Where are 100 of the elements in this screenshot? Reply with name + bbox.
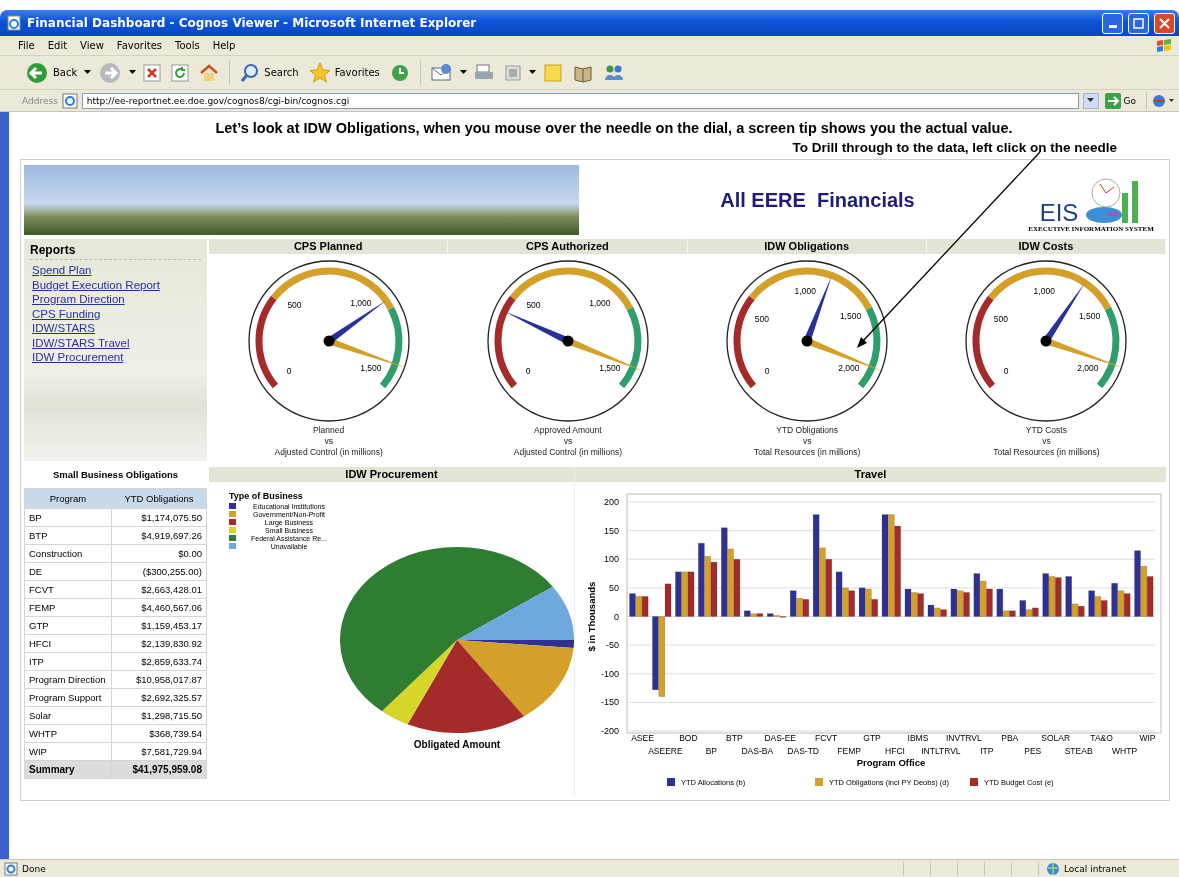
menu-item[interactable]: Edit xyxy=(47,40,75,51)
axis-tick-label: INVTRVL xyxy=(946,733,982,743)
table-cell: $0.00 xyxy=(111,544,207,563)
axis-tick-label: SOLAR xyxy=(1041,733,1071,743)
instruction-text: To Drill through to the data, left click on the needle xyxy=(791,140,1118,155)
axis-tick-label: BP xyxy=(705,746,717,756)
axis-tick-label: -50 xyxy=(606,640,619,651)
menu-item[interactable]: Help xyxy=(212,40,243,51)
maximize-button[interactable] xyxy=(1128,12,1149,34)
table-cell: GTP xyxy=(24,616,112,635)
axis-tick-label: -150 xyxy=(601,697,619,708)
caret-icon xyxy=(1087,98,1094,103)
report-link[interactable]: Budget Execution Report xyxy=(32,278,201,291)
gauge-title: CPS Planned xyxy=(209,239,449,254)
report-link[interactable]: IDW/STARS xyxy=(32,322,201,334)
legend-swatch xyxy=(815,778,823,786)
minimize-button[interactable] xyxy=(1102,12,1123,34)
needle-hub xyxy=(323,335,335,347)
legend-swatch xyxy=(970,778,978,786)
logo-text: EIS xyxy=(1039,201,1079,225)
report-link[interactable]: CPS Funding xyxy=(32,307,201,320)
axis-tick-label: FCVT xyxy=(815,733,838,743)
scale-label: 0 xyxy=(764,366,770,377)
close-icon xyxy=(1159,17,1170,29)
table-cell: BTP xyxy=(24,526,112,545)
table-cell: $7,581,729.94 xyxy=(111,742,207,761)
table-cell: Program Support xyxy=(24,688,112,707)
axis-tick-label: ASEERE xyxy=(648,746,683,756)
table-cell: $2,692,325.57 xyxy=(111,688,207,707)
close-button[interactable] xyxy=(1154,12,1175,34)
table-cell: $1,174,075.50 xyxy=(111,508,207,527)
axis-tick-label: ASEE xyxy=(631,733,654,743)
axis-tick-label: ITP xyxy=(980,746,994,756)
table-cell: DE xyxy=(24,562,112,581)
report-link[interactable]: IDW Procurement xyxy=(32,351,201,363)
search-button[interactable]: Search xyxy=(237,60,302,85)
needle-hub xyxy=(1040,335,1052,347)
menu-item[interactable]: View xyxy=(80,40,111,51)
gauge-caption: Planned xyxy=(313,425,345,436)
axis-tick-label: WIP xyxy=(1139,733,1156,743)
report-link[interactable]: IDW/STARS Travel xyxy=(32,336,201,349)
scale-label: 1,500 xyxy=(1079,311,1101,322)
scale-label: 2,000 xyxy=(1077,363,1099,374)
menu-item[interactable]: File xyxy=(18,40,42,51)
caret-icon[interactable] xyxy=(459,70,467,75)
table-cell: $1,298,715.50 xyxy=(111,706,207,725)
axis-title: $ in Thousands xyxy=(586,581,597,652)
axis-tick-label: 100 xyxy=(603,554,619,565)
pie-caption: Obligated Amount xyxy=(413,739,501,750)
section-heading: Reports xyxy=(30,243,201,260)
scale-label: 0 xyxy=(1004,366,1009,377)
table-cell: $4,919,697.26 xyxy=(111,526,207,545)
gauge-title: IDW Costs xyxy=(926,239,1166,254)
table-cell: BP xyxy=(24,508,112,527)
scale-label: 1,000 xyxy=(1034,286,1056,297)
legend-swatch xyxy=(667,778,675,786)
menu-item[interactable]: Tools xyxy=(175,40,207,51)
browser-page-icon xyxy=(6,15,22,31)
axis-tick-label: BTP xyxy=(726,733,743,743)
instruction-text: Let’s look at IDW Obligations, when you mouse over the needle on the dial, a screen tip shows you the actual value. xyxy=(214,120,1014,136)
page-icon xyxy=(61,92,78,109)
arrow-icon xyxy=(1104,92,1121,109)
report-link[interactable]: Spend Plan xyxy=(32,264,201,276)
gauge-caption: YTD Obligations xyxy=(776,425,839,436)
go-button[interactable]: Go xyxy=(1102,92,1142,109)
scale-label: 500 xyxy=(526,299,541,310)
table-cell: $2,859,633.74 xyxy=(111,652,207,671)
axis-tick-label: DAS-EE xyxy=(764,733,797,743)
scale-label: 1,000 xyxy=(794,286,816,297)
dropdown-button[interactable] xyxy=(1082,92,1099,109)
gauge-title: IDW Obligations xyxy=(687,239,927,254)
gauge-caption: Approved Amount xyxy=(534,425,602,436)
scale-label: 500 xyxy=(994,314,1009,325)
column-header: Program xyxy=(24,488,112,509)
axis-tick-label: INTLTRVL xyxy=(921,746,961,756)
back-button[interactable]: Back xyxy=(22,58,81,87)
caret-icon[interactable] xyxy=(84,70,92,75)
address-field[interactable]: http://ee-reportnet.ee.doe.gov/cognos8/cgi-bin/cognos.cgi xyxy=(81,92,1079,109)
axis-tick-label: FEMP xyxy=(837,746,861,756)
axis-tick-label: BOD xyxy=(679,733,698,743)
gauge-caption: vs xyxy=(324,436,333,447)
panel-title: IDW Procurement xyxy=(209,467,574,482)
globe-icon xyxy=(1045,861,1061,876)
table-cell: $4,460,567.06 xyxy=(111,598,207,617)
report-link[interactable]: Program Direction xyxy=(32,293,201,305)
caret-icon[interactable] xyxy=(129,70,137,75)
scale-label: 1,000 xyxy=(349,297,372,308)
gauge-title: CPS Authorized xyxy=(448,239,688,254)
needle-hub xyxy=(562,335,574,347)
scale-label: 2,000 xyxy=(838,363,860,374)
caret-icon[interactable] xyxy=(528,70,536,75)
menu-item[interactable]: Favorites xyxy=(116,40,169,51)
axis-tick-label: PBA xyxy=(1001,733,1019,743)
favorites-button[interactable]: Favorites xyxy=(305,59,383,86)
scale-label: 1,000 xyxy=(589,297,611,308)
scale-label: 500 xyxy=(287,299,302,310)
table-cell: Construction xyxy=(24,544,112,563)
gauge-caption: YTD Costs xyxy=(1025,425,1067,436)
axis-tick-label: GTP xyxy=(863,733,881,743)
table-cell: FEMP xyxy=(24,598,112,617)
